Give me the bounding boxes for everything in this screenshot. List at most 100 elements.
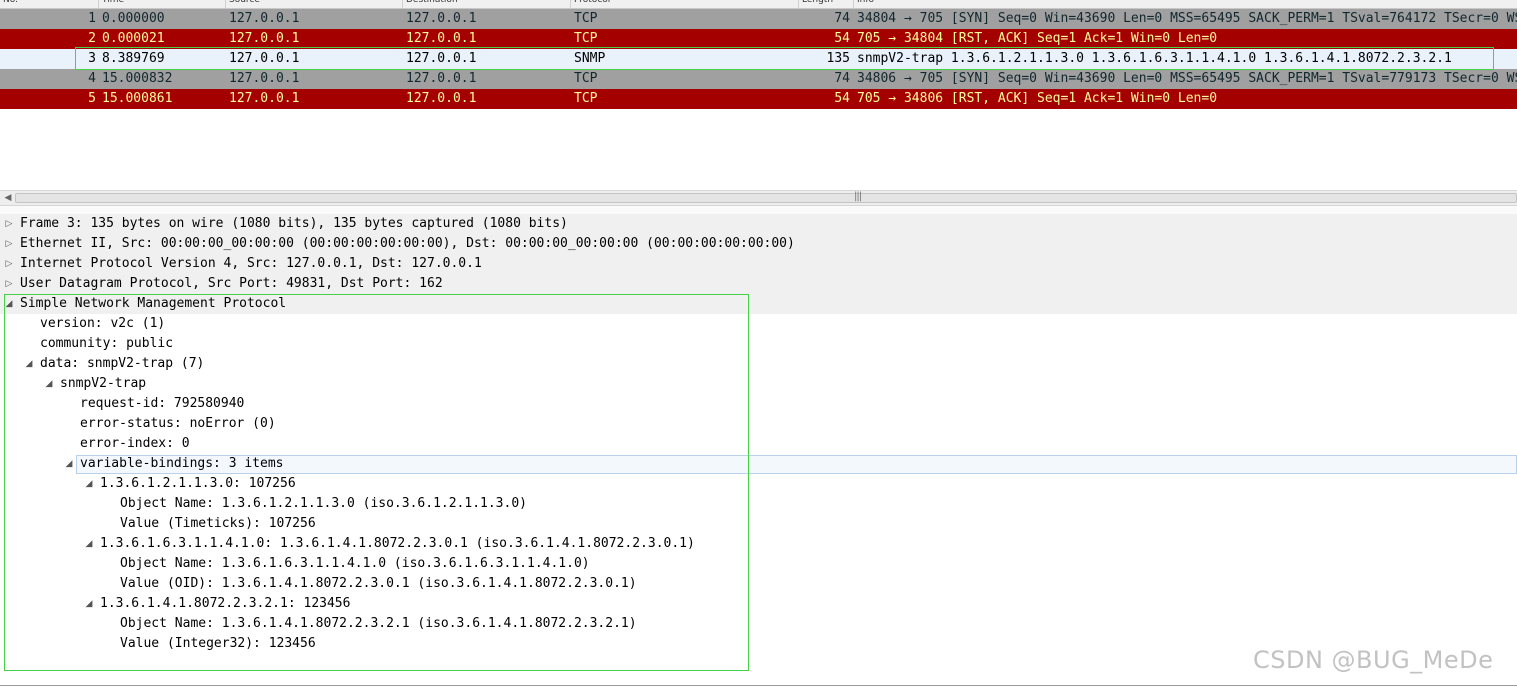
packet-no: 1	[88, 11, 96, 26]
packet-row[interactable]: 4 15.000832 127.0.0.1 127.0.0.1 TCP 74 34806 →…	[0, 69, 1517, 89]
packet-length: 135	[826, 51, 850, 66]
scrollbar-thumb[interactable]: |||	[15, 191, 1517, 203]
triangle-right-icon[interactable]: ▷	[4, 274, 14, 294]
packet-time: 8.389769	[102, 51, 165, 66]
tree-item[interactable]: community: public	[0, 334, 1517, 354]
packet-no: 2	[88, 31, 96, 46]
packet-source: 127.0.0.1	[229, 71, 300, 86]
tree-item-label: error-index: 0	[80, 436, 190, 451]
triangle-right-icon[interactable]: ▷	[4, 214, 14, 234]
triangle-down-icon[interactable]: ◢	[64, 454, 74, 474]
packet-length: 74	[834, 71, 850, 86]
triangle-down-icon[interactable]: ◢	[84, 474, 94, 494]
tree-item-label: 1.3.6.1.2.1.1.3.0: 107256	[100, 476, 296, 491]
packet-no: 4	[88, 71, 96, 86]
packet-destination: 127.0.0.1	[406, 31, 477, 46]
tree-item[interactable]: ◢ 1.3.6.1.4.1.8072.2.3.2.1: 123456	[0, 594, 1517, 614]
packet-row[interactable]: 2 0.000021 127.0.0.1 127.0.0.1 TCP 54 705 → 34…	[0, 29, 1517, 49]
tree-item[interactable]: Object Name: 1.3.6.1.6.3.1.1.4.1.0 (iso.…	[0, 554, 1517, 574]
tree-item-label: Frame 3: 135 bytes on wire (1080 bits), …	[20, 216, 568, 231]
column-header-info[interactable]: Info	[853, 0, 874, 8]
packet-info: 34806 → 705 [SYN] Seq=0 Win=43690 Len=0 …	[857, 71, 1517, 86]
tree-item[interactable]: request-id: 792580940	[0, 394, 1517, 414]
tree-item[interactable]: ◢ 1.3.6.1.2.1.1.3.0: 107256	[0, 474, 1517, 494]
tree-item[interactable]: ▷ Frame 3: 135 bytes on wire (1080 bits),…	[0, 214, 1517, 234]
tree-item-label: Object Name: 1.3.6.1.2.1.1.3.0 (iso.3.6.…	[120, 496, 527, 511]
tree-item[interactable]: ◢ data: snmpV2-trap (7)	[0, 354, 1517, 374]
tree-item[interactable]: Object Name: 1.3.6.1.2.1.1.3.0 (iso.3.6.…	[0, 494, 1517, 514]
triangle-down-icon[interactable]: ◢	[84, 534, 94, 554]
packet-row[interactable]: 1 0.000000 127.0.0.1 127.0.0.1 TCP 74 34804 → …	[0, 9, 1517, 29]
triangle-down-icon[interactable]: ◢	[84, 594, 94, 614]
packet-info: 705 → 34804 [RST, ACK] Seq=1 Ack=1 Win=0…	[857, 31, 1218, 46]
tree-item[interactable]: Object Name: 1.3.6.1.4.1.8072.2.3.2.1 (i…	[0, 614, 1517, 634]
tree-item[interactable]: ◢ snmpV2-trap	[0, 374, 1517, 394]
packet-details-pane: ▷ Frame 3: 135 bytes on wire (1080 bits),…	[0, 214, 1517, 688]
watermark: CSDN @BUG_MeDe	[1253, 646, 1494, 674]
packet-protocol: TCP	[574, 71, 598, 86]
triangle-down-icon[interactable]: ◢	[24, 354, 34, 374]
tree-item[interactable]: ◢ Simple Network Management Protocol	[0, 294, 1517, 314]
arrow-left-icon[interactable]: ◀	[2, 192, 14, 204]
tree-item-label: Ethernet II, Src: 00:00:00_00:00:00 (00:…	[20, 236, 795, 251]
packet-no: 5	[88, 91, 96, 106]
tree-item-label: Value (OID): 1.3.6.1.4.1.8072.2.3.0.1 (i…	[120, 576, 637, 591]
tree-item[interactable]: ▷ User Datagram Protocol, Src Port: 49831…	[0, 274, 1517, 294]
pane-divider[interactable]	[0, 206, 1517, 214]
packet-protocol: TCP	[574, 31, 598, 46]
column-header-length[interactable]: Length	[798, 0, 833, 8]
packet-destination: 127.0.0.1	[406, 91, 477, 106]
triangle-down-icon[interactable]: ◢	[4, 294, 14, 314]
packet-row[interactable]: 5 15.000861 127.0.0.1 127.0.0.1 TCP 54 705 → 3…	[0, 89, 1517, 109]
tree-item-label: Simple Network Management Protocol	[20, 296, 287, 311]
packet-length: 54	[834, 91, 850, 106]
packet-destination: 127.0.0.1	[406, 71, 477, 86]
column-header-destination[interactable]: Destination	[402, 0, 458, 8]
tree-item[interactable]: ◢ variable-bindings: 3 items	[0, 454, 1517, 474]
tree-item[interactable]: ◢ 1.3.6.1.6.3.1.1.4.1.0: 1.3.6.1.4.1.8072…	[0, 534, 1517, 554]
packet-row[interactable]: 3 8.389769 127.0.0.1 127.0.0.1 SNMP 135 snmpV2…	[0, 49, 1517, 69]
triangle-right-icon[interactable]: ▷	[4, 234, 14, 254]
tree-item-label: variable-bindings: 3 items	[80, 456, 284, 471]
tree-item-label: Object Name: 1.3.6.1.6.3.1.1.4.1.0 (iso.…	[120, 556, 590, 571]
packet-protocol: TCP	[574, 91, 598, 106]
tree-item-label: Object Name: 1.3.6.1.4.1.8072.2.3.2.1 (i…	[120, 616, 637, 631]
packet-destination: 127.0.0.1	[406, 11, 477, 26]
tree-item-label: error-status: noError (0)	[80, 416, 276, 431]
packet-time: 15.000832	[102, 71, 173, 86]
column-header-time[interactable]: Time	[98, 0, 124, 8]
column-header-no[interactable]: No.	[0, 0, 18, 8]
tree-item[interactable]: Value (OID): 1.3.6.1.4.1.8072.2.3.0.1 (i…	[0, 574, 1517, 594]
packet-time: 0.000000	[102, 11, 165, 26]
tree-item[interactable]: ▷ Ethernet II, Src: 00:00:00_00:00:00 (00…	[0, 234, 1517, 254]
tree-item-label: Internet Protocol Version 4, Src: 127.0.…	[20, 256, 482, 271]
packet-info: 34804 → 705 [SYN] Seq=0 Win=43690 Len=0 …	[857, 11, 1517, 26]
tree-item[interactable]: ▷ Internet Protocol Version 4, Src: 127.0…	[0, 254, 1517, 274]
tree-item-label: Value (Timeticks): 107256	[120, 516, 316, 531]
tree-item-label: data: snmpV2-trap (7)	[40, 356, 205, 371]
pane-bottom-border	[0, 685, 1517, 686]
tree-item-label: Value (Integer32): 123456	[120, 636, 316, 651]
packet-info: snmpV2-trap 1.3.6.1.2.1.1.3.0 1.3.6.1.6.…	[857, 51, 1452, 66]
tree-item-label: User Datagram Protocol, Src Port: 49831,…	[20, 276, 443, 291]
tree-item-label: request-id: 792580940	[80, 396, 245, 411]
horizontal-scrollbar[interactable]: ◀ |||	[0, 190, 1517, 206]
packet-time: 0.000021	[102, 31, 165, 46]
column-header-source[interactable]: Source	[225, 0, 260, 8]
packet-length: 54	[834, 31, 850, 46]
tree-item[interactable]: version: v2c (1)	[0, 314, 1517, 334]
tree-item-label: community: public	[40, 336, 174, 351]
triangle-down-icon[interactable]: ◢	[44, 374, 54, 394]
triangle-right-icon[interactable]: ▷	[4, 254, 14, 274]
packet-list-header: No. Time Source Destination Protocol Len…	[0, 0, 1517, 9]
tree-item[interactable]: error-status: noError (0)	[0, 414, 1517, 434]
tree-item[interactable]: error-index: 0	[0, 434, 1517, 454]
packet-source: 127.0.0.1	[229, 91, 300, 106]
tree-item-label: 1.3.6.1.4.1.8072.2.3.2.1: 123456	[100, 596, 351, 611]
tree-item[interactable]: Value (Timeticks): 107256	[0, 514, 1517, 534]
packet-list-pane: No. Time Source Destination Protocol Len…	[0, 0, 1517, 190]
packet-destination: 127.0.0.1	[406, 51, 477, 66]
packet-protocol: TCP	[574, 11, 598, 26]
packet-source: 127.0.0.1	[229, 11, 300, 26]
column-header-protocol[interactable]: Protocol	[570, 0, 610, 8]
